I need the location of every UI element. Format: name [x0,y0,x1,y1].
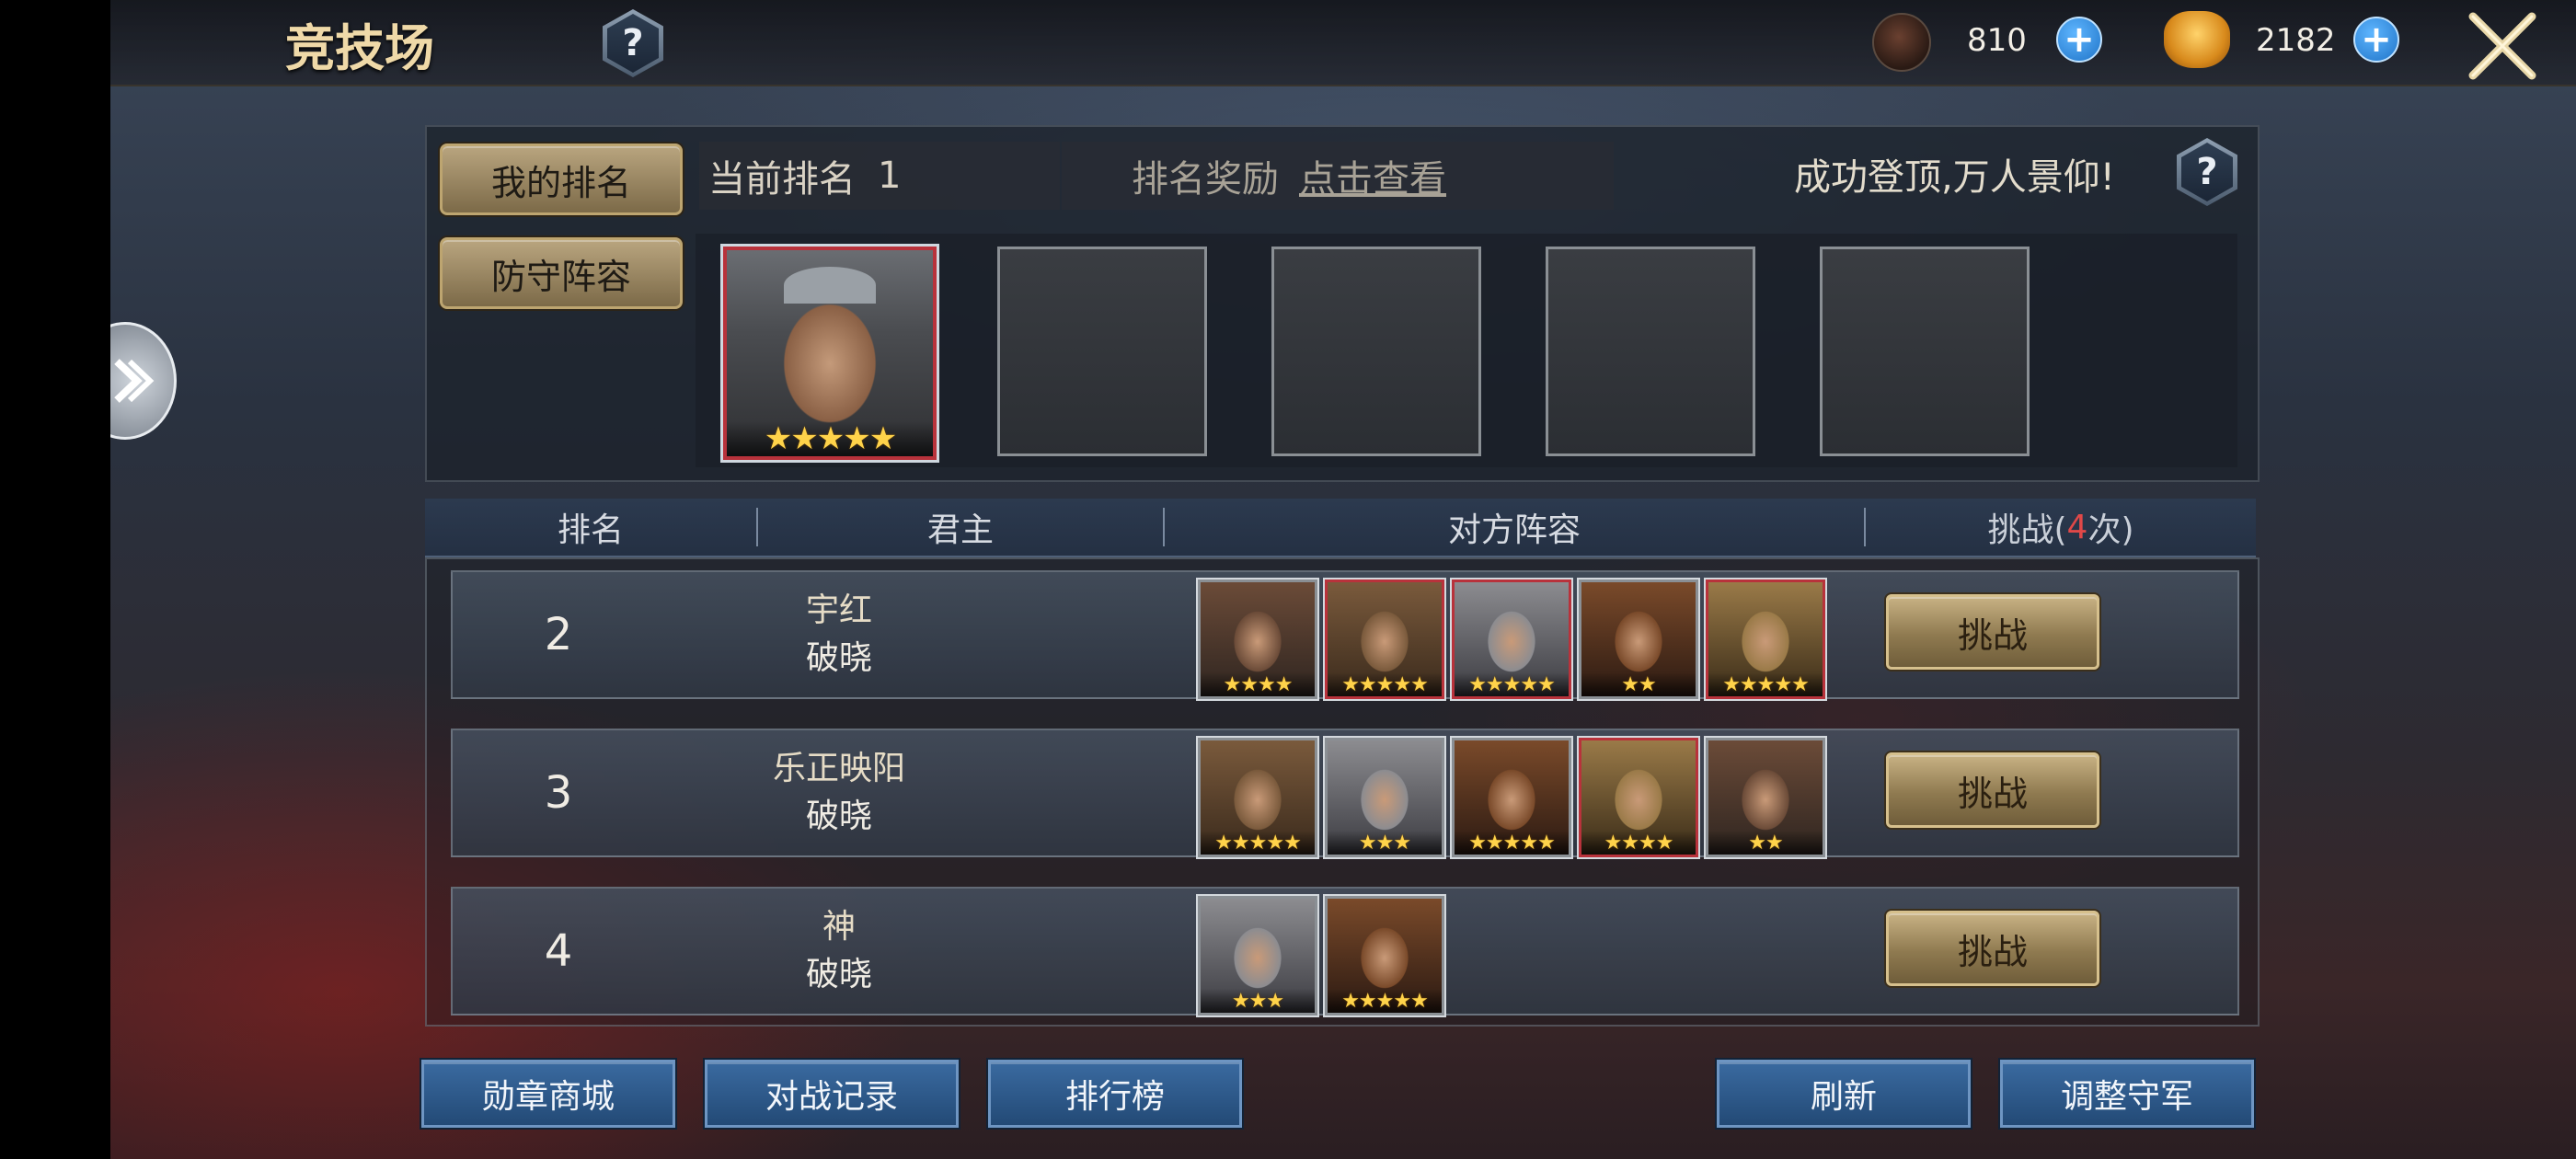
hero-stars: ★★ [1708,831,1823,855]
chevron-right-icon [114,359,155,403]
defense-slot-empty[interactable] [997,247,1207,456]
rank-reward-label: 排名奖励 [1132,158,1279,201]
opponent-hero-portrait[interactable]: ★★★★★ [1325,580,1444,699]
lord-name: 乐正映阳 [772,750,905,787]
challenge-prefix: 挑战( [1987,511,2067,549]
question-icon: ? [2181,143,2233,201]
challenge-button[interactable]: 挑战 [1886,752,2099,828]
tab-defense-lineup[interactable]: 防守阵容 [440,237,683,309]
lord-server: 破晓 [805,798,872,835]
defense-slot-empty[interactable] [1820,247,2030,456]
table-row: 4 神 破晓 ★★★ ★★★★★ 挑战 [451,887,2239,1016]
hero-stars: ★★★★★ [1455,672,1569,696]
hero-stars: ★★★ [1201,989,1315,1013]
table-row: 2 宇红 破晓 ★★★★ ★★★★★ ★★★★★ ★★ ★★★★★ 挑战 [451,570,2239,699]
tab-my-rank[interactable]: 我的排名 [440,143,683,215]
refresh-button[interactable]: 刷新 [1717,1060,1971,1128]
hero-stars: ★★★★ [1201,672,1315,696]
challenge-suffix: 次) [2087,511,2134,549]
rank-reward-link[interactable]: 点击查看 [1299,149,1446,202]
challenge-count: 4 [2066,508,2088,546]
side-expand-button[interactable] [110,322,177,440]
opponent-hero-portrait[interactable]: ★★ [1706,738,1825,857]
lord-name: 神 [822,908,856,946]
close-icon[interactable] [2466,9,2539,83]
opponent-hero-portrait[interactable]: ★★★★★ [1452,738,1571,857]
challenge-button[interactable]: 挑战 [1886,911,2099,986]
lord-server: 破晓 [805,639,872,677]
gold-ingot-icon [2164,11,2230,68]
header-challenge: 挑战(4 次) [1866,499,2256,556]
hero-stars: ★★★★★ [1201,831,1315,855]
header-lineup: 对方阵容 [1447,511,1581,549]
hero-hair [784,267,876,304]
opponent-hero-portrait[interactable]: ★★★★★ [1706,580,1825,699]
opponent-hero-portrait[interactable]: ★★★★★ [1198,738,1317,857]
add-gold-button[interactable]: + [2353,17,2399,63]
add-medal-button[interactable]: + [2056,17,2102,63]
rank-reward: 排名奖励 点击查看 [1062,142,1614,210]
table-header: 排名 君主 对方阵容 挑战(4 次) [425,499,2256,557]
row-lord: 乐正映阳 破晓 [729,745,949,841]
medal-shop-button[interactable]: 勋章商城 [421,1060,675,1128]
opponent-hero-portrait[interactable]: ★★★★★ [1325,896,1444,1016]
medal-icon [1872,13,1931,72]
row-rank: 2 [544,609,573,660]
top-bar: 竞技场 ? 810 + 2182 + [110,0,2576,86]
hero-stars: ★★★★★ [1328,672,1442,696]
hero-stars: ★★ [1581,672,1696,696]
opponent-hero-portrait[interactable]: ★★★ [1198,896,1317,1016]
opponent-hero-portrait[interactable]: ★★★★ [1579,738,1698,857]
opponent-hero-portrait[interactable]: ★★★ [1325,738,1444,857]
hero-stars: ★★★★ [1581,831,1696,855]
row-rank: 3 [544,767,573,819]
medal-count: 810 [1967,22,2027,59]
defense-slot-empty[interactable] [1546,247,1755,456]
row-lord: 神 破晓 [729,903,949,999]
hero-stars: ★★★★★ [1455,831,1569,855]
row-lord: 宇红 破晓 [729,587,949,683]
header-lord: 君主 [926,511,994,549]
leaderboard-button[interactable]: 排行榜 [988,1060,1242,1128]
table-row: 3 乐正映阳 破晓 ★★★★★ ★★★ ★★★★★ ★★★★ ★★ 挑战 [451,729,2239,857]
challenge-button[interactable]: 挑战 [1886,594,2099,670]
battle-log-button[interactable]: 对战记录 [705,1060,959,1128]
hero-stars: ★★★ [1328,831,1442,855]
hero-stars: ★★★★★ [1708,672,1823,696]
hero-stars: ★★★★★ [1328,989,1442,1013]
hero-stars: ★★★★★ [727,420,933,456]
top-message: 成功登顶,万人景仰! [1794,156,2115,199]
page-title: 竞技场 [285,18,434,77]
question-icon: ? [607,14,659,73]
current-rank-value: 1 [878,155,902,197]
opponent-hero-portrait[interactable]: ★★ [1579,580,1698,699]
opponent-hero-portrait[interactable]: ★★★★ [1198,580,1317,699]
lord-server: 破晓 [805,956,872,993]
defense-slot-empty[interactable] [1271,247,1481,456]
current-rank-label: 当前排名 [708,158,856,201]
current-rank: 当前排名 1 [699,142,1060,210]
arena-screen: 竞技场 ? 810 + 2182 + 我的排名 防守阵容 当前排名 1 排名奖励… [110,0,2576,1159]
header-rank: 排名 [557,511,624,549]
adjust-defense-button[interactable]: 调整守军 [2000,1060,2254,1128]
gold-count: 2182 [2256,22,2336,59]
lord-name: 宇红 [805,591,872,629]
defense-hero-portrait[interactable]: ★★★★★ [723,247,937,460]
opponent-hero-portrait[interactable]: ★★★★★ [1452,580,1571,699]
row-rank: 4 [544,925,573,977]
help-button[interactable]: ? [603,9,663,77]
